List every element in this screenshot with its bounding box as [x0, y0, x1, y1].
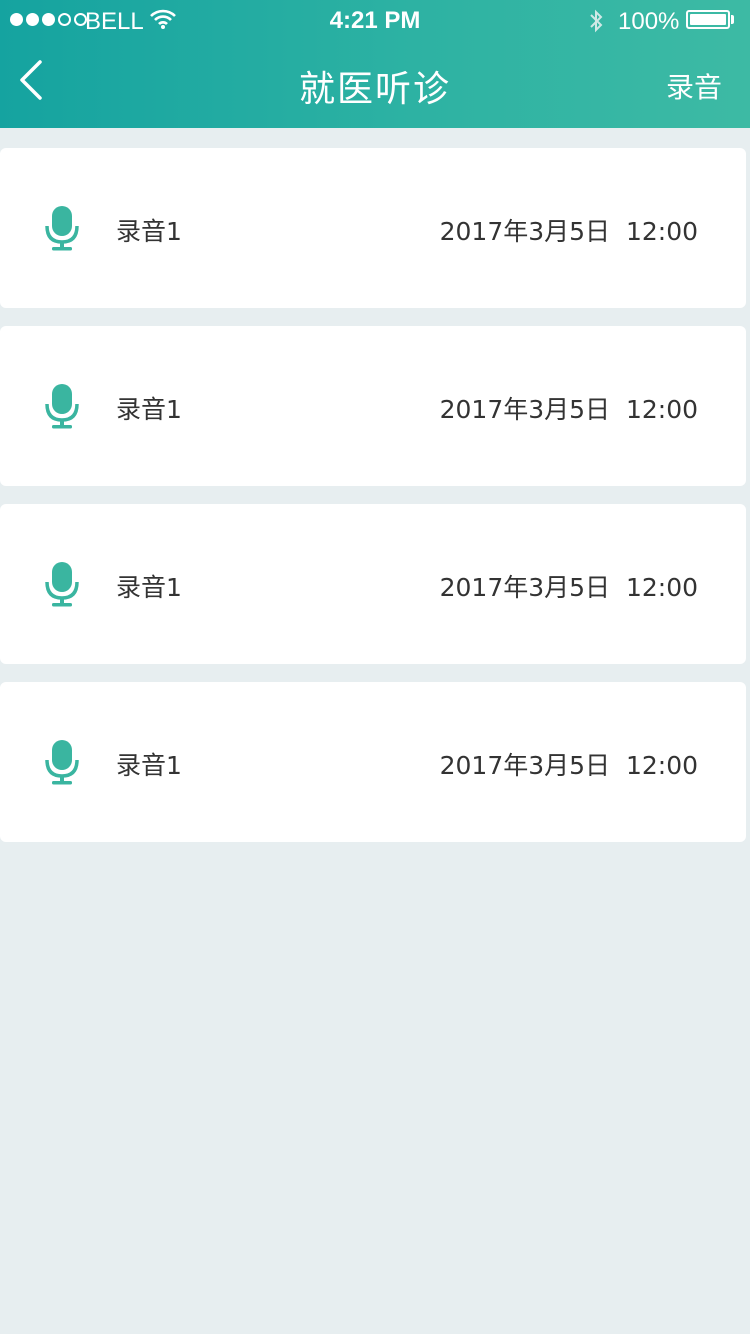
- recording-datetime: 2017年3月5日 12:00: [440, 390, 698, 426]
- recording-date: 2017年3月5日: [439, 573, 611, 602]
- status-bar: BELL 4:21 PM 100%: [0, 0, 750, 40]
- record-button[interactable]: 录音: [666, 66, 722, 106]
- list-item[interactable]: 录音1 2017年3月5日 12:00: [0, 148, 746, 308]
- microphone-icon: [45, 562, 79, 607]
- recording-title: 录音1: [116, 573, 182, 602]
- recording-datetime: 2017年3月5日 12:00: [440, 212, 698, 248]
- battery-icon: [686, 10, 730, 29]
- microphone-icon: [45, 206, 79, 251]
- microphone-icon: [45, 740, 79, 785]
- recording-title: 录音1: [116, 395, 182, 424]
- microphone-icon: [45, 384, 79, 429]
- recording-datetime: 2017年3月5日 12:00: [440, 568, 698, 604]
- recording-date: 2017年3月5日: [439, 217, 611, 246]
- page-title: 就医听诊: [298, 69, 451, 110]
- recording-date: 2017年3月5日: [439, 751, 611, 780]
- recording-date: 2017年3月5日: [439, 395, 611, 424]
- recording-time: 12:00: [625, 395, 698, 424]
- list-item[interactable]: 录音1 2017年3月5日 12:00: [0, 326, 746, 486]
- recording-time: 12:00: [625, 573, 698, 602]
- recording-title: 录音1: [116, 217, 182, 246]
- recording-list: 录音1 2017年3月5日 12:00 录音1 2017年3月5日 12:00 …: [0, 148, 746, 860]
- list-item[interactable]: 录音1 2017年3月5日 12:00: [0, 504, 746, 664]
- list-item[interactable]: 录音1 2017年3月5日 12:00: [0, 682, 746, 842]
- recording-time: 12:00: [625, 751, 698, 780]
- header: BELL 4:21 PM 100% 就医听诊 录音: [0, 0, 750, 128]
- bluetooth-icon: [590, 9, 603, 33]
- recording-datetime: 2017年3月5日 12:00: [440, 746, 698, 782]
- recording-title: 录音1: [116, 751, 182, 780]
- battery-percentage: 100%: [618, 8, 680, 35]
- recording-time: 12:00: [625, 217, 698, 246]
